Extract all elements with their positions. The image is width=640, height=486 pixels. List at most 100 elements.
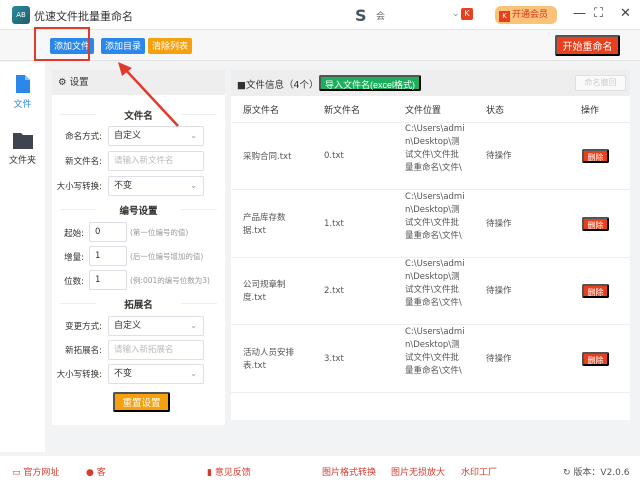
vip-button[interactable]: K 开通会员 xyxy=(495,6,557,24)
chevron-down-icon[interactable]: ⌄ xyxy=(452,9,460,19)
original-name: 产品库存数据.txt xyxy=(243,213,286,236)
gear-icon: ⚙ xyxy=(58,77,67,88)
website-link[interactable]: ▭ 官方网址 xyxy=(12,465,59,478)
chevron-down-icon: ⌄ xyxy=(190,369,197,378)
chevron-down-icon: ⌄ xyxy=(190,181,197,190)
delete-button[interactable]: 删除 xyxy=(582,149,609,163)
start-input[interactable]: 0 xyxy=(89,222,127,242)
brand-s-icon: S xyxy=(355,6,367,25)
original-name: 采购合同.txt xyxy=(243,151,292,162)
image-upscale-link[interactable]: 图片无损放大 xyxy=(391,465,445,478)
step-hint: (后一位编号增加的值) xyxy=(130,252,204,261)
status: 待操作 xyxy=(486,354,512,364)
chevron-down-icon: ⌄ xyxy=(190,131,197,140)
headset-icon: ● xyxy=(86,468,94,478)
new-ext-input[interactable]: 请输入新拓展名 xyxy=(108,340,204,360)
title-bar: AB 优速文件批量重命名 S 会 ⌄ K K 开通会员 — ⛶ ✕ xyxy=(0,0,640,30)
chevron-down-icon: ⌄ xyxy=(190,321,197,330)
new-ext-label: 新拓展名: xyxy=(65,346,102,356)
sidebar-item-label: 文件夹 xyxy=(8,156,36,166)
footer: ▭ 官方网址 ● 客 ▮ 意见反馈 图片格式转换 图片无损放大 水印工厂 ↻ 版… xyxy=(0,456,640,486)
maximize-button[interactable]: ⛶ xyxy=(594,6,603,21)
customer-service-link[interactable]: ● 客 xyxy=(86,465,106,478)
new-name: 1.txt xyxy=(324,219,344,229)
pdf-icon: ▮ xyxy=(207,468,212,478)
minimize-button[interactable]: — xyxy=(573,6,586,21)
vip-icon: K xyxy=(499,11,510,22)
start-rename-button[interactable]: 开始重命名 xyxy=(555,35,620,56)
status: 待操作 xyxy=(486,219,512,229)
ext-case-label: 大小写转换: xyxy=(56,370,102,380)
app-logo: AB xyxy=(12,6,30,24)
section-numbering: 编号设置 xyxy=(52,203,225,217)
status: 待操作 xyxy=(486,151,512,161)
file-info-title: ■文件信息（4个） xyxy=(237,77,319,91)
case-value: 不变 xyxy=(114,181,133,191)
col-new-name: 新文件名 xyxy=(324,106,361,116)
status: 待操作 xyxy=(486,286,512,296)
website-icon: ▭ xyxy=(12,468,21,478)
clear-list-button[interactable]: 清除列表 xyxy=(148,38,193,54)
step-label: 增量: xyxy=(64,253,84,263)
digits-label: 位数: xyxy=(64,277,84,287)
step-input[interactable]: 1 xyxy=(89,246,127,266)
ext-mode-select[interactable]: 自定义 ⌄ xyxy=(108,316,204,336)
service-label: 客 xyxy=(96,468,106,478)
original-name: 活动人员安排表.txt xyxy=(243,348,295,371)
undo-rename-button[interactable]: 命名撤回 xyxy=(575,75,626,91)
original-name: 公司规章制度.txt xyxy=(243,280,286,303)
vip-label: 开通会员 xyxy=(512,10,549,20)
sidebar-item-file[interactable]: 文件 xyxy=(0,74,45,110)
sidebar-item-label: 文件 xyxy=(13,100,32,110)
add-directory-button[interactable]: 添加目录 xyxy=(101,38,146,54)
case-label: 大小写转换: xyxy=(56,182,102,192)
col-location: 文件位置 xyxy=(405,106,442,116)
sidebar-item-folder[interactable]: 文件夹 xyxy=(0,132,45,166)
app-title: 优速文件批量重命名 xyxy=(34,10,133,23)
col-action: 操作 xyxy=(581,106,600,116)
file-location: C:\Users\admin\Desktop\测试文件\文件批量重命名\文件\ xyxy=(405,327,465,376)
case-select[interactable]: 不变 ⌄ xyxy=(108,176,204,196)
file-location: C:\Users\admin\Desktop\测试文件\文件批量重命名\文件\ xyxy=(405,124,465,173)
ext-case-select[interactable]: 不变 ⌄ xyxy=(108,364,204,384)
section-extension: 拓展名 xyxy=(52,297,225,311)
import-excel-button[interactable]: 导入文件名(excel格式) xyxy=(319,75,422,91)
version-info: ↻ 版本：V2.0.6 xyxy=(563,465,629,478)
feedback-label: 意见反馈 xyxy=(214,468,251,478)
watermark-link[interactable]: 水印工厂 xyxy=(461,465,497,478)
delete-button[interactable]: 删除 xyxy=(582,284,609,298)
new-filename-input[interactable]: 请输入新文件名 xyxy=(108,151,204,171)
red-arrow-annotation xyxy=(118,62,179,127)
delete-button[interactable]: 删除 xyxy=(582,217,609,231)
file-icon xyxy=(15,75,30,93)
version-label: 版本：V2.0.6 xyxy=(573,468,630,478)
file-count: 文件信息（4个） xyxy=(245,80,319,91)
start-label: 起始: xyxy=(64,229,84,239)
col-status: 状态 xyxy=(486,106,505,116)
website-label: 官方网址 xyxy=(23,468,60,478)
folder-icon xyxy=(12,133,33,149)
new-filename-label: 新文件名: xyxy=(65,157,102,167)
reset-settings-button[interactable]: 重置设置 xyxy=(113,392,170,412)
digits-input[interactable]: 1 xyxy=(89,270,127,290)
new-name: 3.txt xyxy=(324,354,344,364)
col-original-name: 原文件名 xyxy=(243,106,280,116)
ext-case-value: 不变 xyxy=(114,369,133,379)
feedback-link[interactable]: ▮ 意见反馈 xyxy=(207,465,251,478)
close-button[interactable]: ✕ xyxy=(620,6,631,21)
new-name: 0.txt xyxy=(324,151,344,161)
image-convert-link[interactable]: 图片格式转换 xyxy=(322,465,376,478)
ext-mode-value: 自定义 xyxy=(114,321,142,331)
toolbar xyxy=(0,30,640,61)
file-table: ■文件信息（4个） 导入文件名(excel格式) 命名撤回 原文件名 新文件名 … xyxy=(231,70,630,420)
delete-button[interactable]: 删除 xyxy=(582,352,609,366)
brand-text: 会 xyxy=(376,12,386,22)
document-icon: ■ xyxy=(237,80,246,91)
highlight-box xyxy=(34,27,90,61)
file-location: C:\Users\admin\Desktop\测试文件\文件批量重命名\文件\ xyxy=(405,192,465,241)
sidebar: 文件 文件夹 xyxy=(0,62,45,452)
refresh-icon: ↻ xyxy=(563,468,571,478)
start-hint: (第一位编号的值) xyxy=(130,228,189,237)
digits-hint: (例:001的编号位数为3) xyxy=(130,276,210,285)
vip-badge-icon[interactable]: K xyxy=(461,8,473,20)
